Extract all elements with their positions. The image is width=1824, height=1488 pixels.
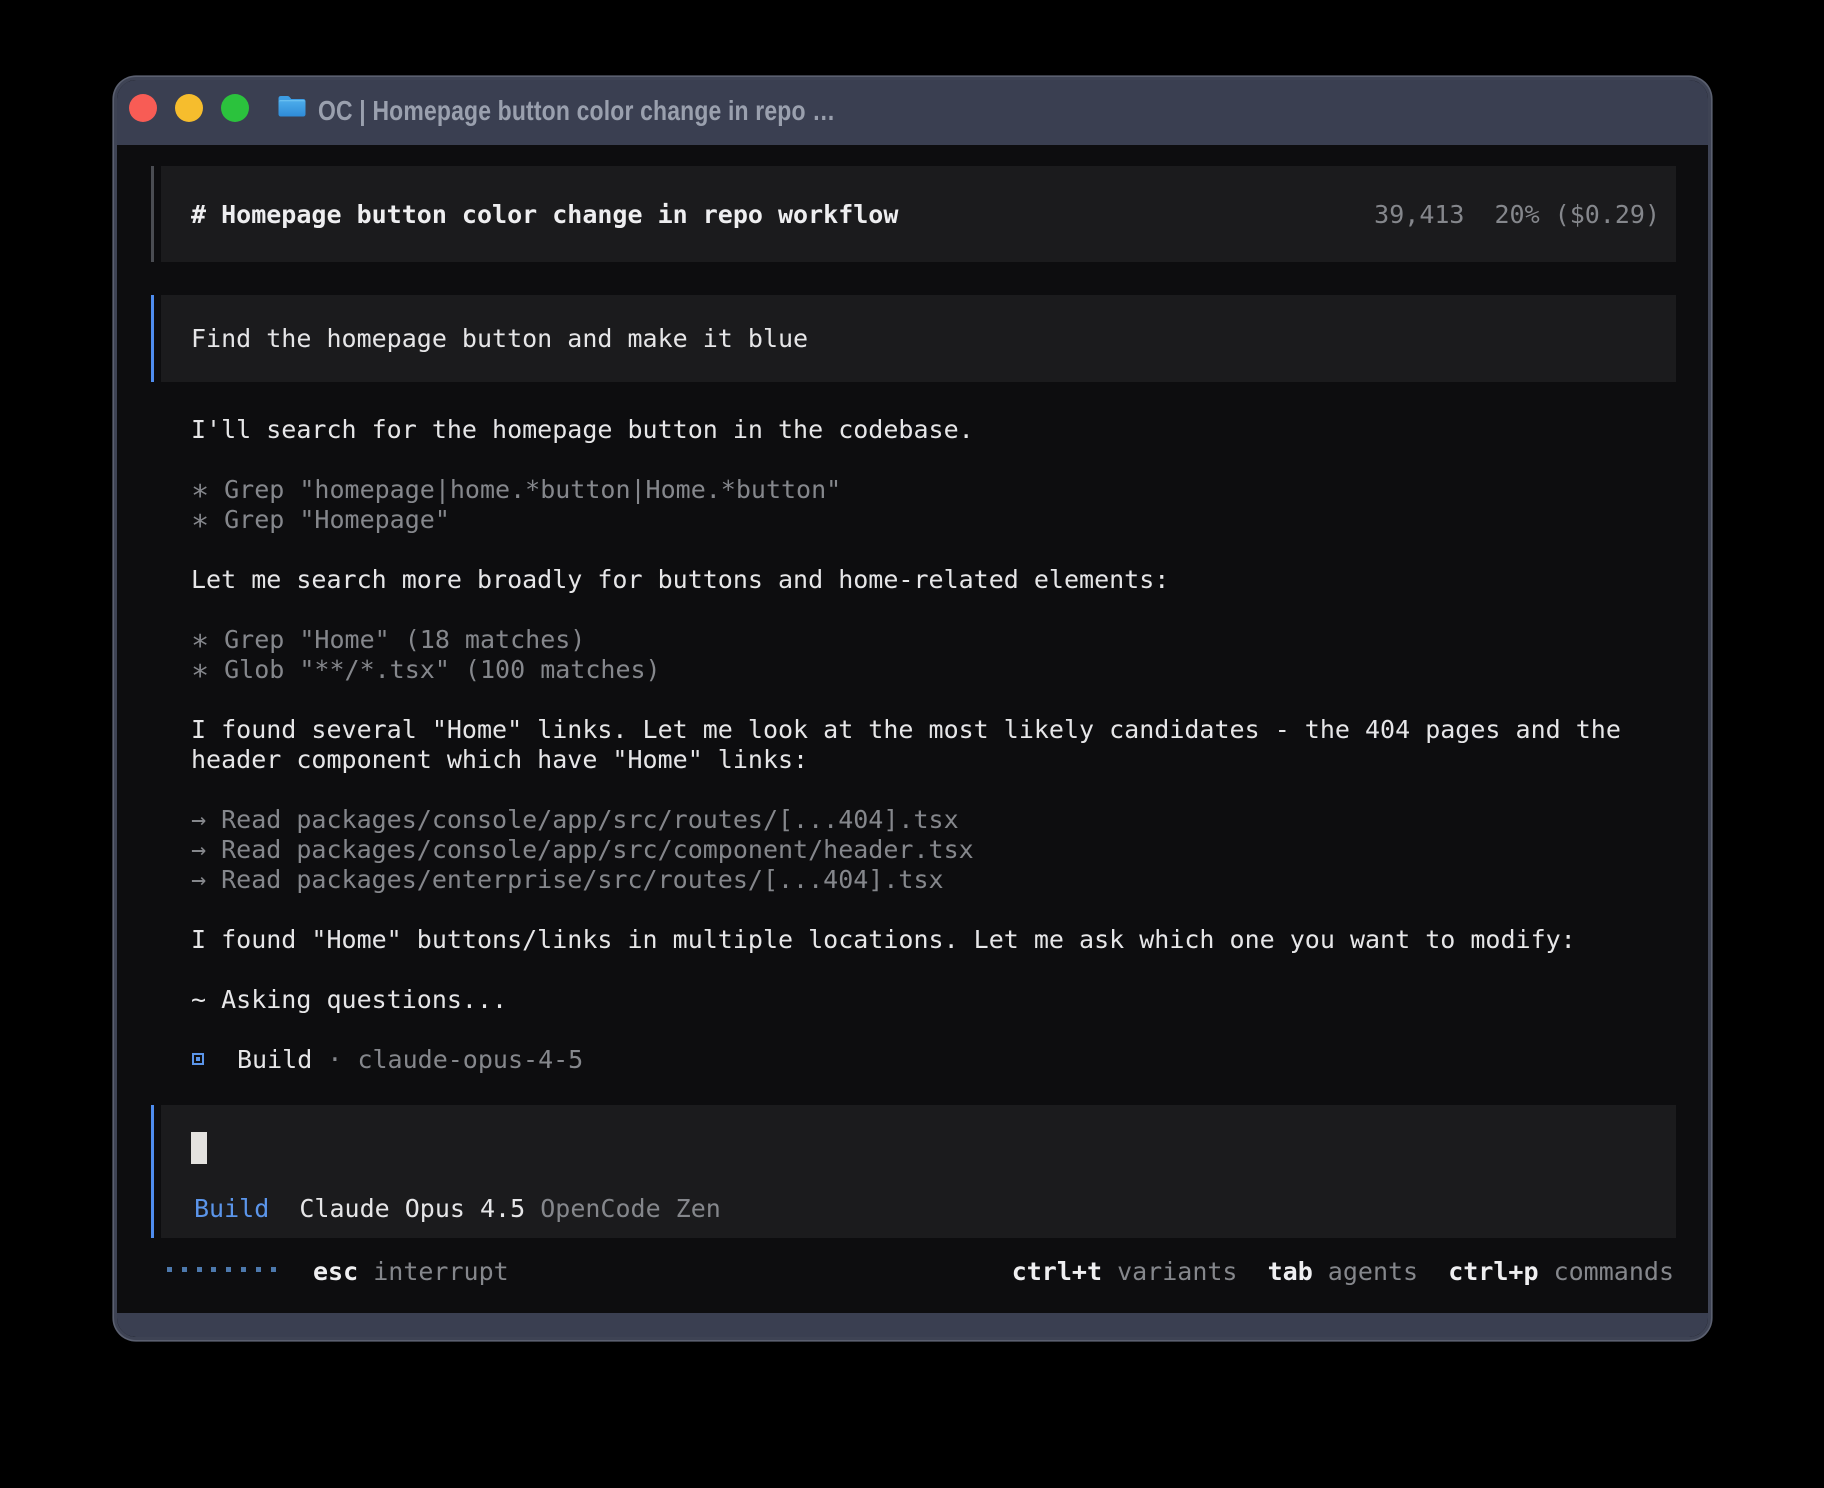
transcript-segment: ∗ — [191, 503, 209, 538]
transcript-segment: header component which have "Home" links… — [191, 745, 808, 774]
transcript-row: Let me search more broadly for buttons a… — [191, 565, 1621, 595]
status-bar: esc interrupt ctrl+t variants tab agents… — [164, 1257, 1674, 1287]
spinner-dot — [211, 1267, 216, 1272]
spinner-dot — [271, 1267, 276, 1272]
transcript-segment: I found "Home" buttons/links in multiple… — [191, 925, 1576, 954]
transcript-segment: · — [327, 1045, 342, 1074]
spinner-dots — [167, 1267, 285, 1272]
variants-label: variants — [1102, 1257, 1268, 1286]
user-message-text: Find the homepage button and make it blu… — [191, 324, 808, 354]
transcript-row — [191, 895, 1621, 925]
transcript-row: ~ Asking questions... — [191, 985, 1621, 1015]
token-count: 39,413 — [1374, 200, 1464, 229]
transcript-row — [191, 775, 1621, 805]
prompt-footer: Build Claude Opus 4.5 OpenCode Zen — [194, 1194, 721, 1224]
transcript-row — [191, 1015, 1621, 1045]
ctrl+p-key: ctrl+p — [1448, 1257, 1538, 1286]
transcript-row: I found "Home" buttons/links in multiple… — [191, 925, 1621, 955]
transcript-row — [191, 595, 1621, 625]
context-percent: 20% — [1494, 200, 1539, 229]
spinner-dot — [197, 1267, 202, 1272]
transcript-segment: Grep "Home" (18 matches) — [209, 625, 585, 654]
provider-name: OpenCode Zen — [540, 1194, 721, 1223]
transcript-segment: → Read packages/console/app/src/componen… — [191, 835, 974, 864]
transcript-row: I'll search for the homepage button in t… — [191, 415, 1621, 445]
terminal-window: OC | Homepage button color change in rep… — [114, 77, 1711, 1340]
interrupt-label: interrupt — [373, 1257, 508, 1286]
transcript-segment — [312, 1045, 327, 1074]
transcript-segment: → Read packages/enterprise/src/routes/[.… — [191, 865, 944, 894]
stats-gap — [1464, 200, 1494, 229]
spinner-dot — [256, 1267, 261, 1272]
transcript-row: → Read packages/enterprise/src/routes/[.… — [191, 865, 1621, 895]
transcript-row — [191, 955, 1621, 985]
session-cost: ($0.29) — [1555, 200, 1660, 229]
folder-icon — [277, 93, 307, 119]
transcript-row: ∗ Glob "**/*.tsx" (100 matches) — [191, 655, 1621, 685]
agents-label: agents — [1313, 1257, 1448, 1286]
transcript-segment: Glob "**/*.tsx" (100 matches) — [209, 655, 661, 684]
ctrl+t-key: ctrl+t — [1012, 1257, 1102, 1286]
window-title: OC | Homepage button color change in rep… — [318, 80, 835, 145]
minimize-button[interactable] — [175, 94, 203, 122]
transcript-row: ∗ Grep "Home" (18 matches) — [191, 625, 1621, 655]
session-header: # Homepage button color change in repo w… — [151, 166, 1676, 262]
tab-key: tab — [1268, 1257, 1313, 1286]
transcript-row — [191, 535, 1621, 565]
transcript-row — [191, 445, 1621, 475]
transcript-row: ∗ Grep "Homepage" — [191, 505, 1621, 535]
session-stats: 39,413 20% ($0.29) — [1374, 200, 1660, 229]
keyboard-hints: ctrl+t variants tab agents ctrl+p comman… — [1012, 1257, 1674, 1287]
window-bottom-edge — [117, 1313, 1708, 1337]
spinner-dot — [167, 1267, 172, 1272]
transcript-row: header component which have "Home" links… — [191, 745, 1621, 775]
transcript-row: ∗ Grep "homepage|home.*button|Home.*butt… — [191, 475, 1621, 505]
close-button[interactable] — [129, 94, 157, 122]
transcript-segment: I found several "Home" links. Let me loo… — [191, 715, 1621, 744]
esc-key: esc — [313, 1257, 358, 1286]
agent-name[interactable]: Build — [194, 1194, 269, 1223]
transcript-segment — [342, 1045, 357, 1074]
user-message-border — [151, 295, 154, 382]
transcript-segment: Grep "Homepage" — [209, 505, 450, 534]
transcript-row: → Read packages/console/app/src/componen… — [191, 835, 1621, 865]
commands-label: commands — [1539, 1257, 1674, 1286]
stats-gap — [1540, 200, 1555, 229]
session-title: # Homepage button color change in repo w… — [191, 200, 898, 229]
zoom-button[interactable] — [221, 94, 249, 122]
titlebar: OC | Homepage button color change in rep… — [117, 80, 1708, 145]
prompt-input[interactable]: Build Claude Opus 4.5 OpenCode Zen — [151, 1105, 1676, 1238]
transcript-row: I found several "Home" links. Let me loo… — [191, 715, 1621, 745]
transcript-segment: Let me search more broadly for buttons a… — [191, 565, 1169, 594]
transcript-row: Build · claude-opus-4-5 — [191, 1045, 1621, 1075]
transcript-row: → Read packages/console/app/src/routes/[… — [191, 805, 1621, 835]
transcript-segment: → Read packages/console/app/src/routes/[… — [191, 805, 959, 834]
spinner-dot — [226, 1267, 231, 1272]
transcript-segment: I'll search for the homepage button in t… — [191, 415, 974, 444]
spinner-dot — [182, 1267, 187, 1272]
transcript-segment: Grep "homepage|home.*button|Home.*button… — [209, 475, 841, 504]
prompt-input-border — [151, 1105, 154, 1238]
transcript-segment: ~ Asking questions... — [191, 985, 507, 1014]
text-cursor — [191, 1132, 207, 1164]
session-header-border — [151, 166, 154, 262]
interrupt-hint: esc interrupt — [313, 1257, 509, 1287]
user-message: Find the homepage button and make it blu… — [151, 295, 1676, 382]
build-agent-icon — [192, 1053, 204, 1065]
assistant-transcript: I'll search for the homepage button in t… — [191, 415, 1621, 1075]
spinner-dot — [241, 1267, 246, 1272]
transcript-segment: claude-opus-4-5 — [357, 1045, 583, 1074]
model-name[interactable]: Claude Opus 4.5 — [299, 1194, 525, 1223]
transcript-segment: Build — [237, 1045, 312, 1074]
transcript-segment: ∗ — [191, 653, 209, 688]
transcript-row — [191, 685, 1621, 715]
